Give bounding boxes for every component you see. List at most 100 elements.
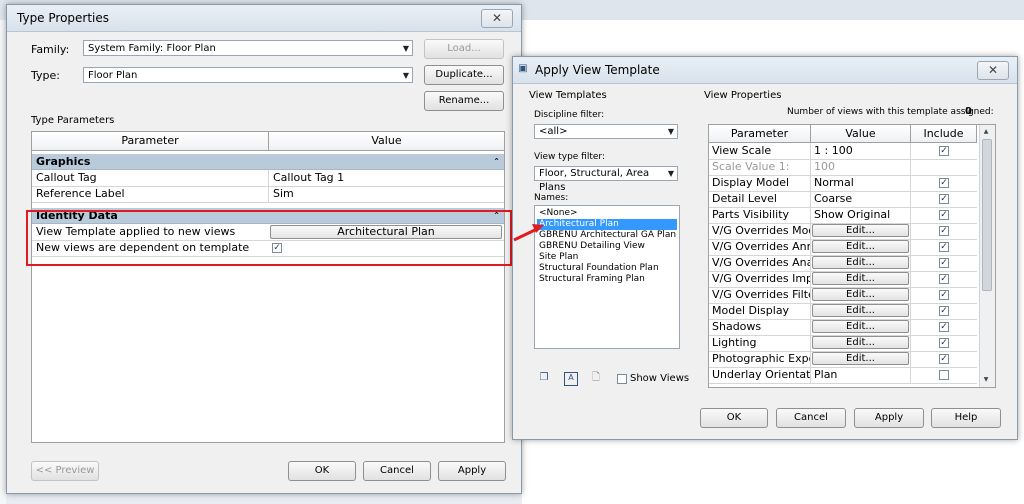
include-checkbox[interactable]: ✓ [939,322,949,332]
table-row[interactable]: Reference Label Sim [32,186,504,203]
edit-button[interactable]: Edit... [812,352,909,365]
column-header-value[interactable]: Value [269,132,504,151]
duplicate-template-icon[interactable]: ❐ [538,372,550,384]
property-value[interactable]: Coarse [811,191,911,207]
property-value[interactable]: Plan [811,367,911,383]
table-row[interactable]: Detail Level Coarse ✓ [709,191,977,208]
table-row[interactable]: V/G Overrides ImportEdit... ✓ [709,271,977,288]
include-checkbox[interactable]: ✓ [939,242,949,252]
value-reference-label[interactable]: Sim [268,186,504,202]
column-header-value[interactable]: Value [811,125,911,143]
property-value[interactable]: Edit... [811,319,911,335]
cancel-button[interactable]: Cancel [363,461,431,481]
edit-button[interactable]: Edit... [812,256,909,269]
scroll-down-icon[interactable]: ▼ [980,375,992,385]
table-row[interactable]: Model Display Edit... ✓ [709,303,977,320]
property-value[interactable]: Show Original [811,207,911,223]
property-value[interactable]: Edit... [811,239,911,255]
help-button[interactable]: Help [931,408,1001,428]
list-item-selected[interactable]: Architectural Plan [537,219,677,230]
close-button[interactable]: ✕ [977,61,1009,80]
table-row[interactable]: Underlay OrientationPlan [709,367,977,384]
delete-template-icon[interactable]: 🗋 [590,372,602,384]
discipline-filter-dropdown[interactable]: <all> ▼ [534,124,678,139]
dialog-title: Apply View Template [535,63,660,77]
edit-button[interactable]: Edit... [812,304,909,317]
edit-button[interactable]: Edit... [812,320,909,333]
table-row[interactable]: V/G Overrides ModelEdit... ✓ [709,223,977,240]
edit-button[interactable]: Edit... [812,224,909,237]
property-value[interactable]: Edit... [811,351,911,367]
property-value[interactable]: Normal [811,175,911,191]
list-item[interactable]: Site Plan [537,252,677,263]
table-row[interactable]: V/G Overrides AnnotaEdit... ✓ [709,239,977,256]
collapse-icon[interactable]: ⌃ [493,154,500,170]
value-callout-tag[interactable]: Callout Tag 1 [268,170,504,186]
table-row[interactable]: Photographic ExposurEdit... ✓ [709,351,977,368]
type-dropdown[interactable]: Floor Plan ▼ [83,67,413,83]
include-checkbox[interactable]: ✓ [939,274,949,284]
list-item[interactable]: Structural Framing Plan [537,274,677,285]
list-item[interactable]: GBRENU Architectural GA Plan [537,230,677,241]
table-row[interactable]: V/G Overrides AnalytiEdit... ✓ [709,255,977,272]
property-value[interactable]: 100 [811,159,911,175]
view-type-filter-dropdown[interactable]: Floor, Structural, Area Plans ▼ [534,166,678,193]
cancel-button[interactable]: Cancel [776,408,846,428]
apply-button[interactable]: Apply [854,408,924,428]
include-checkbox[interactable]: ✓ [939,146,949,156]
property-value[interactable]: Edit... [811,255,911,271]
rename-button[interactable]: Rename... [424,91,504,111]
include-checkbox[interactable]: ✓ [939,354,949,364]
scroll-up-icon[interactable]: ▲ [980,127,992,137]
list-item[interactable]: GBRENU Detailing View [537,241,677,252]
include-checkbox[interactable]: ✓ [939,226,949,236]
list-item[interactable]: Structural Foundation Plan [537,263,677,274]
type-properties-titlebar[interactable]: Type Properties ✕ [7,5,521,32]
duplicate-button[interactable]: Duplicate... [424,65,504,85]
column-header-parameter[interactable]: Parameter [709,125,811,143]
scrollbar-thumb[interactable] [982,139,992,291]
column-header-include[interactable]: Include [911,125,977,143]
show-views-checkbox[interactable] [617,374,627,384]
include-checkbox[interactable] [939,370,949,380]
list-item[interactable]: <None> [537,208,677,219]
table-row[interactable]: V/G Overrides FiltersEdit... ✓ [709,287,977,304]
table-row[interactable]: Shadows Edit... ✓ [709,319,977,336]
table-row[interactable]: Callout Tag Callout Tag 1 [32,170,504,187]
edit-button[interactable]: Edit... [812,336,909,349]
close-button[interactable]: ✕ [481,9,513,28]
apply-button[interactable]: Apply [438,461,506,481]
property-value[interactable]: 1 : 100 [811,143,911,159]
include-checkbox[interactable]: ✓ [939,178,949,188]
property-value[interactable]: Edit... [811,303,911,319]
include-checkbox[interactable]: ✓ [939,306,949,316]
include-checkbox[interactable]: ✓ [939,338,949,348]
ok-button[interactable]: OK [700,408,768,428]
rename-template-icon[interactable]: A [564,372,578,386]
edit-button[interactable]: Edit... [812,272,909,285]
property-value[interactable]: Edit... [811,287,911,303]
ok-button[interactable]: OK [288,461,356,481]
column-header-parameter[interactable]: Parameter [32,132,269,151]
property-value[interactable]: Edit... [811,223,911,239]
section-graphics[interactable]: Graphics ⌃ [32,154,504,170]
edit-button[interactable]: Edit... [812,288,909,301]
family-dropdown[interactable]: System Family: Floor Plan ▼ [83,40,413,56]
include-checkbox[interactable]: ✓ [939,194,949,204]
include-checkbox[interactable]: ✓ [939,258,949,268]
property-value[interactable]: Edit... [811,271,911,287]
table-row[interactable]: Parts Visibility Show Original ✓ [709,207,977,224]
names-listbox[interactable]: <None> Architectural Plan GBRENU Archite… [534,205,680,349]
table-row[interactable]: Lighting Edit... ✓ [709,335,977,352]
table-row[interactable]: Display Model Normal ✓ [709,175,977,192]
table-row[interactable]: Scale Value 1: 100 [709,159,977,176]
edit-button[interactable]: Edit... [812,240,909,253]
table-row[interactable]: View Scale 1 : 100 ✓ [709,143,977,160]
include-checkbox[interactable]: ✓ [939,210,949,220]
load-button[interactable]: Load... [424,39,504,59]
property-value[interactable]: Edit... [811,335,911,351]
apply-view-template-titlebar[interactable]: ▣ Apply View Template ✕ [513,57,1017,84]
preview-button[interactable]: << Preview [31,461,99,481]
include-checkbox[interactable]: ✓ [939,290,949,300]
vertical-scrollbar[interactable]: ▲ ▼ [979,125,995,387]
